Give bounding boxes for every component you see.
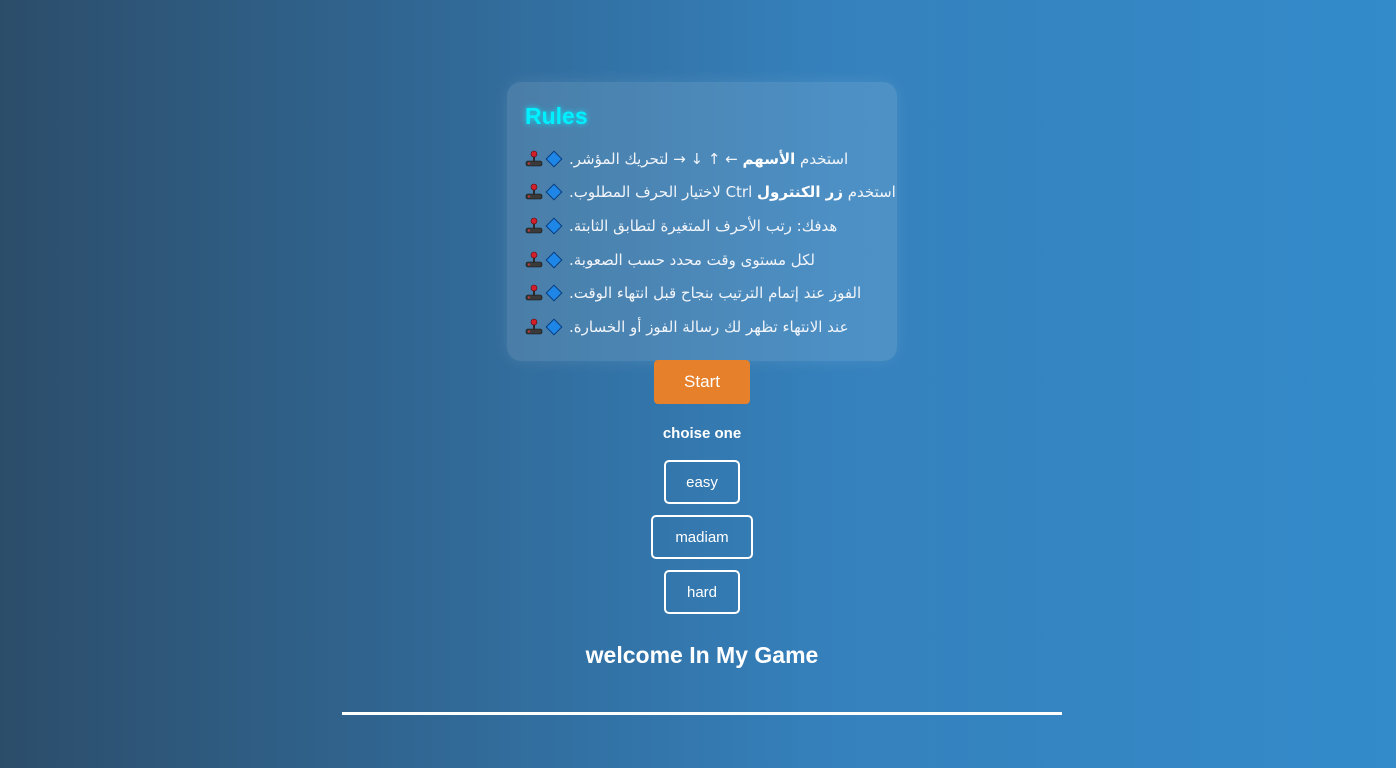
level-easy-button[interactable]: easy — [664, 460, 740, 504]
rule-item: عند الانتهاء تظهر لك رسالة الفوز أو الخس… — [525, 310, 879, 344]
joystick-icon — [525, 251, 543, 267]
rule-text: الفوز عند إتمام الترتيب بنجاح قبل انتهاء… — [569, 284, 862, 303]
diamond-icon — [545, 251, 563, 269]
diamond-icon — [545, 150, 563, 168]
rule-bullet — [525, 150, 563, 168]
rule-bullet — [525, 318, 563, 336]
rule-item: لكل مستوى وقت محدد حسب الصعوبة. — [525, 243, 879, 277]
diamond-icon — [545, 183, 563, 201]
difficulty-heading: choise one — [662, 425, 742, 442]
diamond-icon — [545, 217, 563, 235]
rule-bullet — [525, 217, 563, 235]
rule-text: استخدم الأسهم ← ↑ ↓ → لتحريك المؤشر. — [569, 149, 849, 168]
rules-panel: Rules استخدم الأسهم ← ↑ ↓ → لتحريك المؤش… — [507, 82, 897, 361]
rule-bullet — [525, 183, 563, 201]
level-hard-button[interactable]: hard — [664, 570, 740, 614]
rules-title: Rules — [525, 103, 588, 129]
diamond-icon — [545, 284, 563, 302]
welcome-title: welcome In My Game — [585, 642, 819, 668]
joystick-icon — [525, 150, 543, 167]
diamond-icon — [545, 318, 563, 336]
rule-text: هدفك: رتب الأحرف المتغيرة لتطابق الثابتة… — [569, 216, 838, 235]
level-medium-button[interactable]: madiam — [651, 515, 753, 559]
rule-item: استخدم زر الكنترول Ctrl لاختيار الحرف ال… — [525, 176, 896, 210]
rule-text: عند الانتهاء تظهر لك رسالة الفوز أو الخس… — [569, 317, 849, 336]
rule-item: هدفك: رتب الأحرف المتغيرة لتطابق الثابتة… — [525, 209, 879, 243]
divider — [342, 712, 1062, 715]
joystick-icon — [525, 217, 543, 234]
rule-bullet — [525, 251, 563, 269]
joystick-icon — [525, 318, 543, 335]
rule-text: لكل مستوى وقت محدد حسب الصعوبة. — [569, 250, 815, 269]
rule-item: الفوز عند إتمام الترتيب بنجاح قبل انتهاء… — [525, 276, 879, 310]
rule-text: استخدم زر الكنترول Ctrl لاختيار الحرف ال… — [569, 183, 896, 202]
rule-item: استخدم الأسهم ← ↑ ↓ → لتحريك المؤشر. — [525, 142, 879, 176]
rule-bullet — [525, 284, 563, 302]
joystick-icon — [525, 184, 543, 200]
start-button[interactable]: Start — [654, 360, 750, 404]
joystick-icon — [525, 284, 543, 301]
